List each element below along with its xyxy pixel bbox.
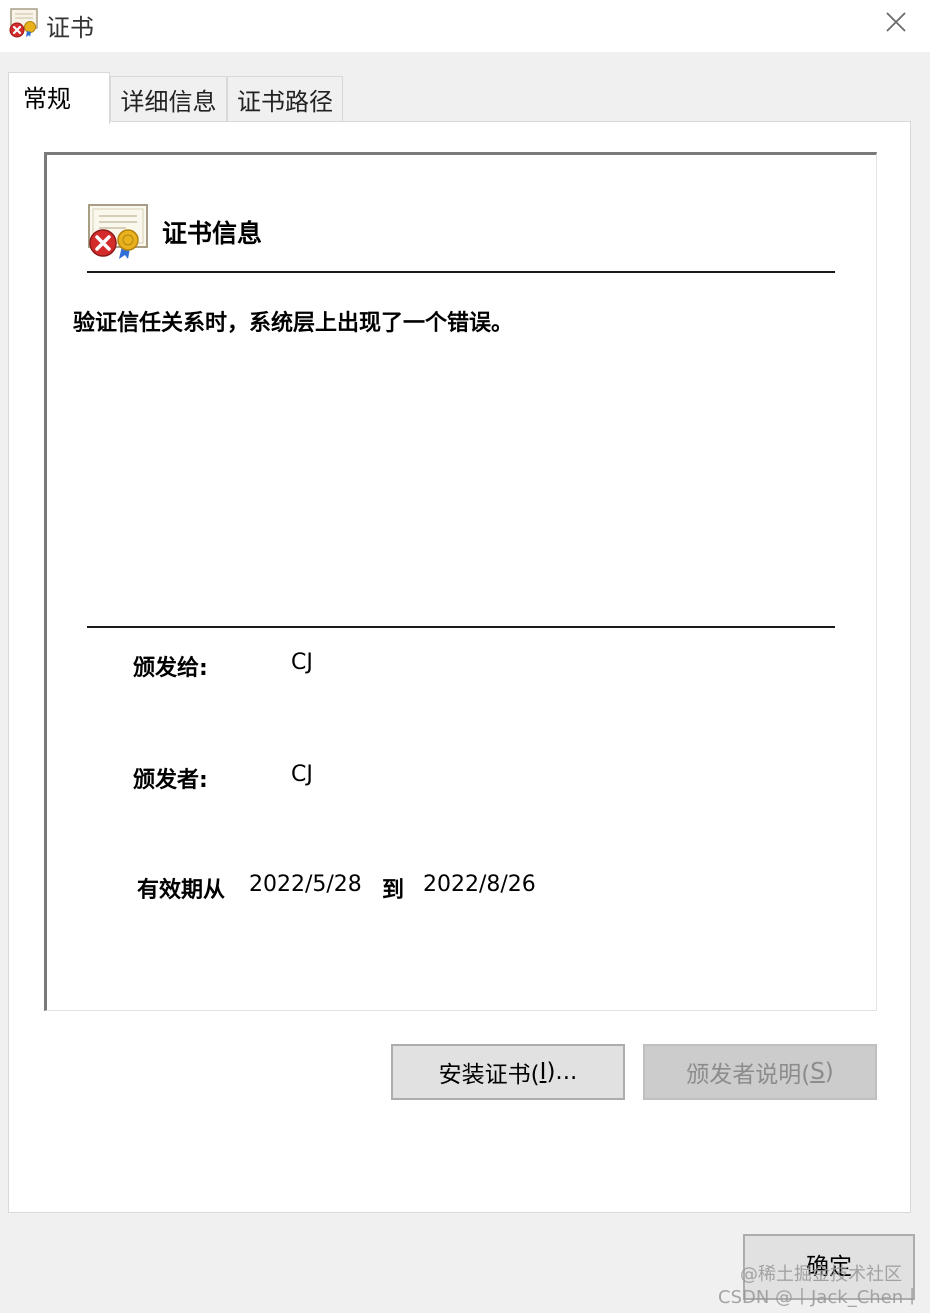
title-bar: 证书: [0, 0, 930, 52]
close-button[interactable]: [872, 0, 920, 44]
validity-from-label: 有效期从: [137, 878, 226, 903]
tab-details[interactable]: 详细信息: [110, 76, 227, 122]
install-certificate-button[interactable]: 安装证书(I)...: [391, 1044, 625, 1100]
close-icon: [886, 12, 906, 32]
window-title: 证书: [46, 14, 94, 42]
issued-to-value: CJ: [291, 650, 313, 675]
issued-by-label: 颁发者:: [133, 768, 208, 793]
issuer-statement-mnemonic: S: [810, 1059, 825, 1085]
heading-divider: [87, 271, 835, 273]
tab-certification-path[interactable]: 证书路径: [227, 76, 343, 122]
watermark-line-2: CSDN @丨Jack_Chen丨: [718, 1287, 922, 1308]
validity-to-label: 到: [382, 878, 405, 903]
certificate-info-heading: 证书信息: [162, 219, 263, 248]
issuer-statement-button[interactable]: 颁发者说明(S): [643, 1044, 877, 1100]
valid-from-date: 2022/5/28: [249, 872, 362, 897]
valid-to-date: 2022/8/26: [423, 872, 536, 897]
install-certificate-label-start: 安装证书(: [438, 1062, 540, 1088]
certificate-error-icon: [8, 8, 42, 38]
issuer-statement-label-start: 颁发者说明(: [686, 1062, 811, 1088]
details-divider: [87, 626, 835, 628]
issued-by-value: CJ: [291, 762, 313, 787]
certificate-error-icon: [86, 202, 152, 260]
install-certificate-mnemonic: I: [539, 1059, 547, 1085]
tab-details-label: 详细信息: [120, 88, 217, 116]
tab-certification-path-label: 证书路径: [237, 88, 333, 116]
issuer-statement-label-end: ): [824, 1059, 834, 1085]
install-certificate-label-end: )...: [546, 1059, 578, 1085]
tab-general[interactable]: 常规: [8, 72, 110, 124]
issued-to-label: 颁发给:: [133, 656, 208, 681]
tab-general-label: 常规: [23, 85, 71, 113]
trust-error-message: 验证信任关系时，系统层上出现了一个错误。: [73, 311, 514, 336]
